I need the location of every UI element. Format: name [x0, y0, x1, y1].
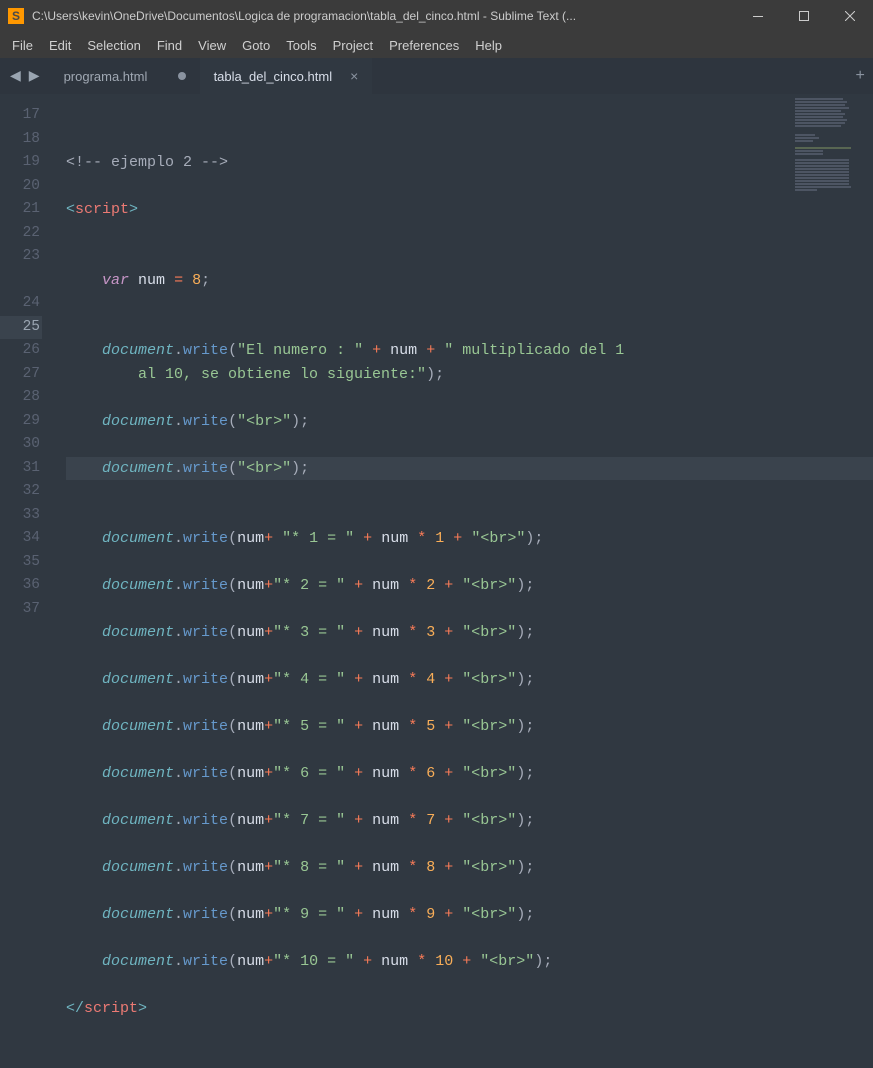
line-number: 18: [0, 128, 40, 152]
code-line: var num = 8;: [66, 269, 873, 293]
close-button[interactable]: [827, 0, 873, 32]
code-line: <!-- ejemplo 2 -->: [66, 151, 873, 175]
line-number: 27: [0, 363, 40, 387]
line-number: 24: [0, 292, 40, 316]
tab-tabla-del-cinco[interactable]: tabla_del_cinco.html ×: [200, 58, 373, 94]
code-line: document.write(num+"* 10 = " + num * 10 …: [66, 950, 873, 974]
line-number: 31: [0, 457, 40, 481]
code-area[interactable]: <!-- ejemplo 2 --> <script> var num = 8;…: [54, 94, 873, 645]
code-line: document.write(num+"* 6 = " + num * 6 + …: [66, 762, 873, 786]
titlebar: S C:\Users\kevin\OneDrive\Documentos\Log…: [0, 0, 873, 32]
line-number: 21: [0, 198, 40, 222]
code-line: document.write(num+"* 9 = " + num * 9 + …: [66, 903, 873, 927]
line-number: 23: [0, 245, 40, 292]
line-number: 20: [0, 175, 40, 199]
tab-programa[interactable]: programa.html: [50, 58, 200, 94]
code-line: document.write("El numero : " + num + " …: [66, 339, 873, 386]
menu-selection[interactable]: Selection: [79, 38, 148, 53]
maximize-button[interactable]: [781, 0, 827, 32]
tab-nav: ◀ ▶: [0, 58, 50, 94]
tabbar: ◀ ▶ programa.html tabla_del_cinco.html ×…: [0, 58, 873, 94]
menu-help[interactable]: Help: [467, 38, 510, 53]
line-number: 30: [0, 433, 40, 457]
editor: 1718192021222324252627282930313233343536…: [0, 94, 873, 645]
code-line: document.write(num+"* 8 = " + num * 8 + …: [66, 856, 873, 880]
code-line: document.write(num+"* 2 = " + num * 2 + …: [66, 574, 873, 598]
code-line: document.write("<br>");: [66, 410, 873, 434]
menu-preferences[interactable]: Preferences: [381, 38, 467, 53]
menu-find[interactable]: Find: [149, 38, 190, 53]
line-number: 19: [0, 151, 40, 175]
line-number: 26: [0, 339, 40, 363]
tab-label: programa.html: [64, 69, 160, 84]
line-number: 35: [0, 551, 40, 575]
tab-label: tabla_del_cinco.html: [214, 69, 333, 84]
menu-project[interactable]: Project: [325, 38, 381, 53]
code-line: <script>: [66, 198, 873, 222]
code-line: document.write(num+"* 5 = " + num * 5 + …: [66, 715, 873, 739]
minimize-button[interactable]: [735, 0, 781, 32]
gutter: 1718192021222324252627282930313233343536…: [0, 94, 54, 645]
dirty-indicator-icon: [178, 72, 186, 80]
menu-file[interactable]: File: [4, 38, 41, 53]
line-number: 32: [0, 480, 40, 504]
close-icon[interactable]: ×: [350, 68, 358, 84]
code-line: document.write(num+ "* 1 = " + num * 1 +…: [66, 527, 873, 551]
code-line: document.write(num+"* 3 = " + num * 3 + …: [66, 621, 873, 645]
line-number: 34: [0, 527, 40, 551]
code-line: document.write(num+"* 4 = " + num * 4 + …: [66, 668, 873, 692]
line-number: 25: [0, 316, 42, 340]
window-controls: [735, 0, 873, 32]
menu-tools[interactable]: Tools: [278, 38, 324, 53]
line-number: 22: [0, 222, 40, 246]
menu-edit[interactable]: Edit: [41, 38, 79, 53]
line-number: 28: [0, 386, 40, 410]
nav-forward-icon[interactable]: ▶: [29, 68, 40, 85]
line-number: 37: [0, 598, 40, 622]
code-line: document.write(num+"* 7 = " + num * 7 + …: [66, 809, 873, 833]
line-number: 17: [0, 104, 40, 128]
menu-view[interactable]: View: [190, 38, 234, 53]
app-icon: S: [8, 8, 24, 24]
minimap[interactable]: [795, 98, 865, 192]
line-number: 33: [0, 504, 40, 528]
code-line: document.write("<br>");: [66, 457, 873, 481]
menubar: File Edit Selection Find View Goto Tools…: [0, 32, 873, 58]
line-number: 29: [0, 410, 40, 434]
line-number: 36: [0, 574, 40, 598]
window-title: C:\Users\kevin\OneDrive\Documentos\Logic…: [32, 9, 735, 23]
new-tab-button[interactable]: +: [855, 67, 865, 85]
menu-goto[interactable]: Goto: [234, 38, 278, 53]
nav-back-icon[interactable]: ◀: [10, 68, 21, 85]
code-line: </script>: [66, 997, 873, 1021]
